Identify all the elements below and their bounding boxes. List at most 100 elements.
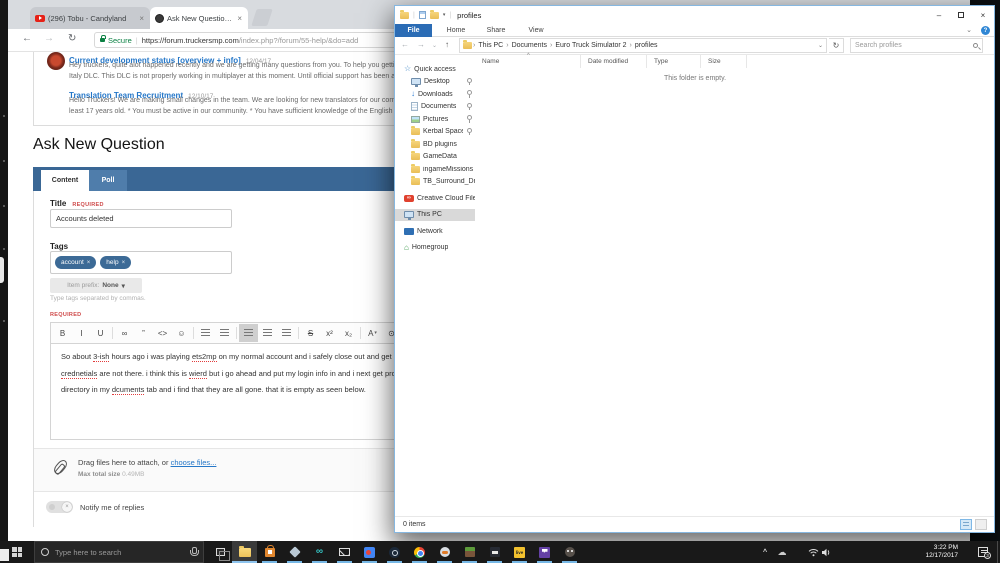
clock[interactable]: 3:22 PM12/17/2017 (902, 544, 958, 560)
bullet-list-icon[interactable] (196, 324, 215, 342)
quote-icon[interactable]: ” (134, 324, 153, 342)
link-icon[interactable]: ∞ (115, 324, 134, 342)
sidebar-item-documents[interactable]: Documents (395, 101, 475, 114)
ribbon-tab-home[interactable]: Home (440, 24, 472, 37)
ribbon-tab-file[interactable]: File (395, 24, 432, 37)
column-header-size[interactable]: Size (701, 55, 747, 68)
maximize-button[interactable] (950, 6, 972, 24)
icons-view-button[interactable] (975, 519, 987, 530)
new-tab-button[interactable] (251, 9, 273, 26)
bold-icon[interactable]: B (53, 324, 72, 342)
dock-bottom-notch[interactable] (0, 549, 9, 561)
wifi-icon[interactable] (806, 541, 820, 563)
back-icon[interactable]: ← (401, 40, 409, 49)
history-dropdown-icon[interactable]: ⌄ (432, 42, 437, 49)
taskbar-app-google-app[interactable] (357, 541, 382, 563)
tab-close-icon[interactable]: × (236, 14, 243, 23)
ribbon-expand-icon[interactable]: ⌄ (966, 26, 972, 34)
align-center-icon[interactable] (258, 324, 277, 342)
dock-notch[interactable] (0, 257, 4, 283)
text-color-icon[interactable]: A▾ (363, 324, 382, 342)
column-header-type[interactable]: Type (647, 55, 701, 68)
strikethrough-icon[interactable]: S (301, 324, 320, 342)
details-view-button[interactable] (960, 519, 972, 530)
item-prefix-button[interactable]: Item prefix: None ▾ (50, 278, 142, 293)
forward-icon[interactable]: → (44, 33, 54, 44)
back-icon[interactable]: ← (22, 33, 32, 44)
sidebar-item-ingamemissions[interactable]: ingameMissions (395, 163, 475, 176)
new-folder-icon[interactable] (430, 12, 439, 19)
taskbar-app-mail[interactable] (332, 541, 357, 563)
title-input[interactable] (50, 209, 232, 228)
code-icon[interactable]: <> (153, 324, 172, 342)
taskbar-app-file-explorer[interactable] (232, 541, 257, 563)
tag-remove-icon[interactable]: × (87, 260, 91, 266)
notify-toggle[interactable]: × (46, 501, 73, 513)
tag-pill[interactable]: help× (100, 256, 131, 269)
tag-remove-icon[interactable]: × (122, 260, 126, 266)
sidebar-item-desktop[interactable]: Desktop (395, 76, 475, 89)
onedrive-icon[interactable]: ☁ (774, 541, 790, 563)
taskbar-app-microsoft-store[interactable] (257, 541, 282, 563)
taskbar-app-minecraft[interactable] (457, 541, 482, 563)
italic-icon[interactable]: I (72, 324, 91, 342)
breadcrumb-segment[interactable]: profiles (633, 42, 660, 49)
up-icon[interactable]: ↑ (445, 40, 449, 49)
breadcrumb[interactable]: ›This PC›Documents›Euro Truck Simulator … (459, 38, 827, 53)
ordered-list-icon[interactable] (215, 324, 234, 342)
tags-input[interactable]: account×help× (50, 251, 232, 274)
taskbar-app-dropbox[interactable] (282, 541, 307, 563)
taskbar-app-euro-truck-simulator[interactable] (482, 541, 507, 563)
taskbar-app-gimp[interactable] (557, 541, 582, 563)
sidebar-item-creative-cloud-files[interactable]: ∞Creative Cloud Files (395, 192, 475, 205)
tab-youtube[interactable]: (296) Tobu - Candyland × (30, 7, 150, 29)
tab-content[interactable]: Content (41, 170, 89, 191)
breadcrumb-segment[interactable]: Documents (510, 42, 549, 49)
reload-icon[interactable]: ↻ (68, 33, 76, 44)
sidebar-item-homegroup[interactable]: ⌂Homegroup (395, 242, 475, 255)
taskbar-app-infinity-app[interactable]: ∞ (307, 541, 332, 563)
taskbar-app-kerbal-space-program[interactable] (432, 541, 457, 563)
breadcrumb-segment[interactable]: This PC (476, 42, 505, 49)
tab-forum[interactable]: Ask New Question - Truc × (150, 7, 248, 29)
sidebar-item-kerbal-space-pro[interactable]: Kerbal Space Pro (395, 126, 475, 139)
volume-icon[interactable] (820, 541, 834, 563)
taskbar-search[interactable]: Type here to search (34, 541, 204, 563)
sidebar-item-pictures[interactable]: Pictures (395, 113, 475, 126)
close-button[interactable]: × (972, 6, 994, 24)
emoji-icon[interactable]: ☺ (172, 324, 191, 342)
microphone-icon[interactable] (190, 547, 197, 557)
ribbon-tab-share[interactable]: Share (480, 24, 512, 37)
sidebar-item-this-pc[interactable]: This PC (395, 209, 475, 222)
sidebar-item-downloads[interactable]: ↓Downloads (395, 88, 475, 101)
search-box[interactable]: Search profiles (850, 38, 983, 53)
sidebar-item-gamedata[interactable]: GameData (395, 151, 475, 164)
chevron-down-icon[interactable]: ⌄ (818, 42, 823, 49)
taskbar-app-steam[interactable] (382, 541, 407, 563)
sidebar-item-network[interactable]: Network (395, 225, 475, 238)
topic-avatar[interactable] (47, 52, 65, 70)
taskbar-app-twitch[interactable] (532, 541, 557, 563)
superscript-icon[interactable]: x² (320, 324, 339, 342)
align-left-icon[interactable] (239, 324, 258, 342)
minimize-button[interactable]: – (928, 6, 950, 24)
taskbar-app-chrome[interactable] (407, 541, 432, 563)
sidebar-item-quick-access[interactable]: ☆Quick access (395, 63, 475, 76)
tab-close-icon[interactable]: × (138, 14, 145, 23)
ribbon-tab-view[interactable]: View (520, 24, 552, 37)
tray-expand-icon[interactable]: ^ (758, 541, 772, 563)
forward-icon[interactable]: → (417, 40, 425, 49)
refresh-icon[interactable]: ↻ (829, 38, 844, 53)
help-icon[interactable]: ? (981, 26, 990, 35)
subscript-icon[interactable]: x₂ (339, 324, 358, 342)
task-view-button[interactable] (208, 541, 232, 563)
align-right-icon[interactable] (277, 324, 296, 342)
sidebar-item-bd-plugins[interactable]: BD plugins (395, 138, 475, 151)
breadcrumb-segment[interactable]: Euro Truck Simulator 2 (553, 42, 628, 49)
action-center-icon[interactable]: 3 (978, 547, 988, 557)
chevron-down-icon[interactable]: ▾ (443, 12, 446, 18)
taskbar-app-live-app[interactable]: live (507, 541, 532, 563)
sidebar-item-tb-surround-driver[interactable]: TB_Surround_Driver (395, 176, 475, 189)
choose-files-link[interactable]: choose files... (171, 458, 217, 467)
column-header-date-modified[interactable]: Date modified (581, 55, 647, 68)
